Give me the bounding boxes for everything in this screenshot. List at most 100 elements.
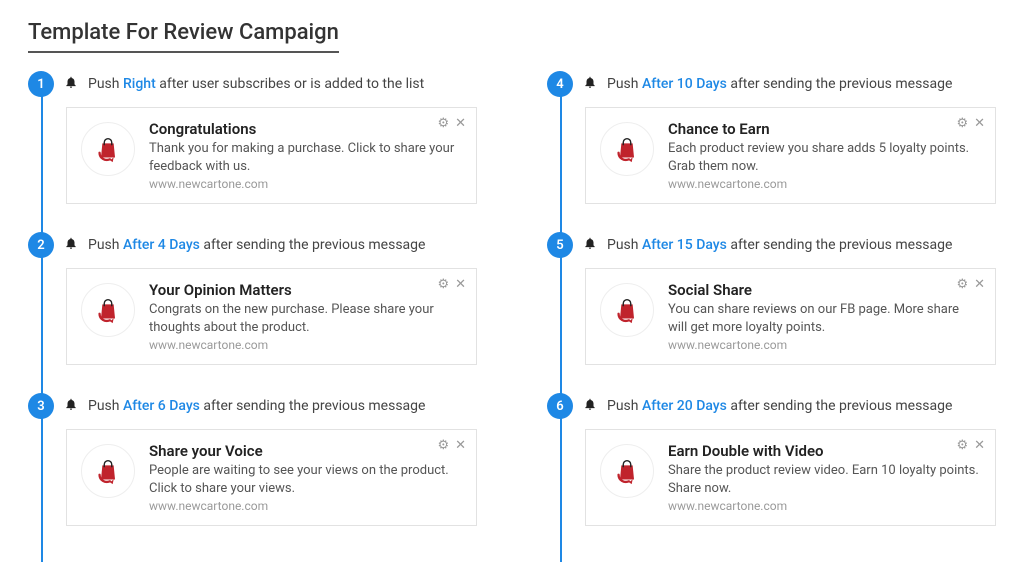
card-domain: www.newcartone.com (149, 177, 462, 191)
bell-icon (64, 75, 78, 93)
push-label: Push (88, 398, 120, 414)
timing-suffix: after sending the previous message (730, 237, 952, 253)
step-number-badge: 6 (547, 393, 573, 419)
notification-card: ⚙✕ Your Opinion Matters Congrats on the … (66, 268, 477, 365)
push-label: Push (607, 237, 639, 253)
step-header: 1 Push Right after user subscribes or is… (28, 71, 477, 97)
bell-icon (583, 236, 597, 254)
push-label: Push (88, 76, 120, 92)
gear-icon[interactable]: ⚙ (437, 438, 449, 453)
close-icon[interactable]: ✕ (455, 277, 466, 292)
notification-card: ⚙ ✕ Congratulations Thank you for making… (66, 107, 477, 204)
timing-suffix: after sending the previous message (730, 398, 952, 414)
shopping-bag-icon (600, 444, 654, 498)
card-body: Chance to Earn Each product review you s… (668, 120, 981, 191)
card-title: Earn Double with Video (668, 442, 981, 460)
card-domain: www.newcartone.com (149, 338, 462, 352)
step-timing: Push Right after user subscribes or is a… (88, 76, 424, 92)
close-icon[interactable]: ✕ (974, 116, 985, 131)
card-desc: People are waiting to see your views on … (149, 462, 462, 497)
card-domain: www.newcartone.com (668, 338, 981, 352)
step-5: 5 Push After 15 Days after sending the p… (547, 232, 996, 365)
page-title: Template For Review Campaign (28, 20, 339, 53)
card-title: Your Opinion Matters (149, 281, 462, 299)
column-right: 4 Push After 10 Days after sending the p… (547, 71, 996, 554)
step-header: 6 Push After 20 Days after sending the p… (547, 393, 996, 419)
push-label: Push (607, 398, 639, 414)
close-icon[interactable]: ✕ (974, 438, 985, 453)
card-body: Share your Voice People are waiting to s… (149, 442, 462, 513)
step-timing: Push After 10 Days after sending the pre… (607, 76, 952, 92)
card-actions: ⚙✕ (956, 438, 985, 453)
notification-card: ⚙✕ Share your Voice People are waiting t… (66, 429, 477, 526)
step-timing: Push After 6 Days after sending the prev… (88, 398, 425, 414)
step-2: 2 Push After 4 Days after sending the pr… (28, 232, 477, 365)
bell-icon (64, 397, 78, 415)
card-actions: ⚙ ✕ (437, 116, 466, 131)
shopping-bag-icon (600, 122, 654, 176)
step-4: 4 Push After 10 Days after sending the p… (547, 71, 996, 204)
timing-suffix: after user subscribes or is added to the… (159, 76, 424, 92)
gear-icon[interactable]: ⚙ (956, 438, 968, 453)
push-label: Push (607, 76, 639, 92)
close-icon[interactable]: ✕ (455, 438, 466, 453)
step-header: 2 Push After 4 Days after sending the pr… (28, 232, 477, 258)
step-6: 6 Push After 20 Days after sending the p… (547, 393, 996, 526)
card-domain: www.newcartone.com (668, 499, 981, 513)
close-icon[interactable]: ✕ (974, 277, 985, 292)
shopping-bag-icon (81, 283, 135, 337)
notification-card: ⚙✕ Earn Double with Video Share the prod… (585, 429, 996, 526)
step-number-badge: 3 (28, 393, 54, 419)
bell-icon (583, 397, 597, 415)
push-label: Push (88, 237, 120, 253)
step-timing: Push After 4 Days after sending the prev… (88, 237, 425, 253)
timing-suffix: after sending the previous message (203, 237, 425, 253)
step-number-badge: 1 (28, 71, 54, 97)
card-desc: You can share reviews on our FB page. Mo… (668, 301, 981, 336)
card-title: Share your Voice (149, 442, 462, 460)
card-desc: Share the product review video. Earn 10 … (668, 462, 981, 497)
step-number-badge: 2 (28, 232, 54, 258)
step-1: 1 Push Right after user subscribes or is… (28, 71, 477, 204)
card-desc: Congrats on the new purchase. Please sha… (149, 301, 462, 336)
shopping-bag-icon (81, 444, 135, 498)
timing-accent: Right (123, 76, 156, 92)
step-3: 3 Push After 6 Days after sending the pr… (28, 393, 477, 526)
timing-accent: After 15 Days (642, 237, 727, 253)
notification-card: ⚙✕ Social Share You can share reviews on… (585, 268, 996, 365)
card-body: Your Opinion Matters Congrats on the new… (149, 281, 462, 352)
timing-suffix: after sending the previous message (730, 76, 952, 92)
timing-accent: After 10 Days (642, 76, 727, 92)
gear-icon[interactable]: ⚙ (437, 277, 449, 292)
card-desc: Each product review you share adds 5 loy… (668, 140, 981, 175)
gear-icon[interactable]: ⚙ (956, 116, 968, 131)
timing-suffix: after sending the previous message (203, 398, 425, 414)
step-number-badge: 4 (547, 71, 573, 97)
close-icon[interactable]: ✕ (455, 116, 466, 131)
card-title: Chance to Earn (668, 120, 981, 138)
gear-icon[interactable]: ⚙ (956, 277, 968, 292)
step-header: 3 Push After 6 Days after sending the pr… (28, 393, 477, 419)
step-number-badge: 5 (547, 232, 573, 258)
card-actions: ⚙✕ (956, 277, 985, 292)
column-left: 1 Push Right after user subscribes or is… (28, 71, 477, 554)
card-actions: ⚙✕ (437, 438, 466, 453)
gear-icon[interactable]: ⚙ (437, 116, 449, 131)
card-domain: www.newcartone.com (149, 499, 462, 513)
card-domain: www.newcartone.com (668, 177, 981, 191)
step-header: 4 Push After 10 Days after sending the p… (547, 71, 996, 97)
shopping-bag-icon (600, 283, 654, 337)
card-desc: Thank you for making a purchase. Click t… (149, 140, 462, 175)
columns-wrap: 1 Push Right after user subscribes or is… (28, 71, 996, 554)
card-title: Social Share (668, 281, 981, 299)
card-body: Social Share You can share reviews on ou… (668, 281, 981, 352)
step-timing: Push After 15 Days after sending the pre… (607, 237, 952, 253)
shopping-bag-icon (81, 122, 135, 176)
bell-icon (583, 75, 597, 93)
timing-accent: After 6 Days (123, 398, 200, 414)
card-body: Congratulations Thank you for making a p… (149, 120, 462, 191)
step-timing: Push After 20 Days after sending the pre… (607, 398, 952, 414)
timing-accent: After 20 Days (642, 398, 727, 414)
card-actions: ⚙✕ (437, 277, 466, 292)
timing-accent: After 4 Days (123, 237, 200, 253)
